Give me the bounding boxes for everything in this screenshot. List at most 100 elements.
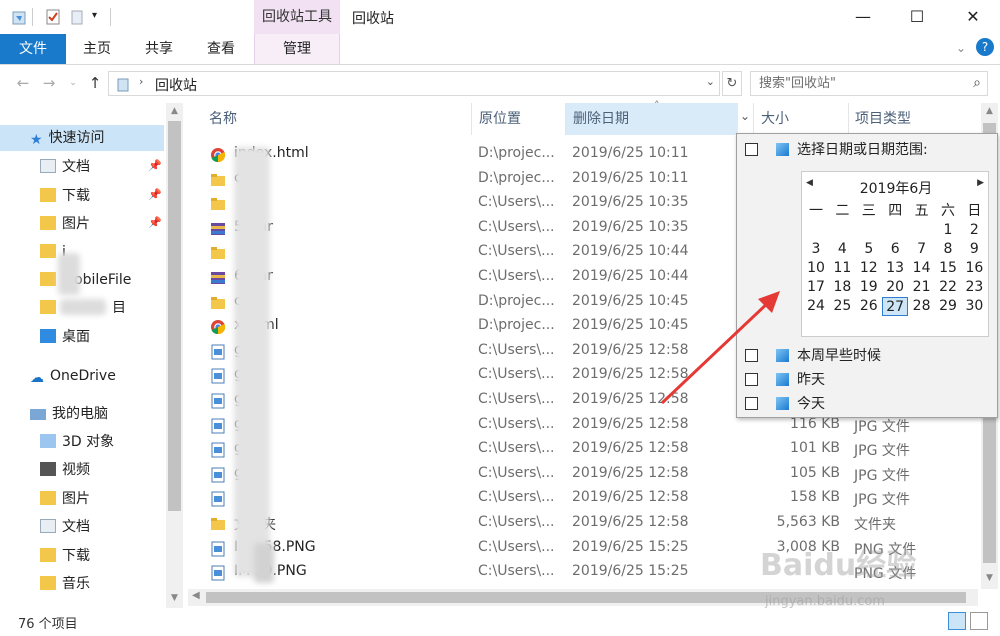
- breadcrumb[interactable]: 回收站: [155, 75, 197, 95]
- scroll-left-icon[interactable]: ◀: [192, 590, 200, 601]
- nav-item-onedrive[interactable]: ☁ OneDrive: [30, 363, 116, 389]
- filter-option-range[interactable]: 选择日期或日期范围:: [745, 139, 928, 161]
- nav-item-music[interactable]: 音乐: [40, 571, 90, 597]
- nav-item-videos[interactable]: 视频: [40, 457, 90, 483]
- back-button[interactable]: ←: [12, 71, 34, 95]
- recycle-bin-icon[interactable]: [10, 8, 28, 26]
- nav-item-quick-access[interactable]: ★ 快速访问: [30, 125, 105, 151]
- calendar-day[interactable]: 9: [961, 240, 987, 259]
- recent-locations-icon[interactable]: ⌄: [62, 71, 84, 95]
- calendar-day[interactable]: 1: [935, 221, 961, 240]
- checkbox[interactable]: [745, 143, 758, 156]
- tab-view[interactable]: 查看: [196, 34, 246, 64]
- calendar-day[interactable]: 28: [909, 297, 935, 316]
- nav-item-pictures-pc[interactable]: 图片: [40, 486, 90, 512]
- calendar-day[interactable]: 15: [935, 259, 961, 278]
- refresh-button[interactable]: ↻: [722, 71, 742, 96]
- tab-manage[interactable]: 管理: [254, 34, 340, 64]
- filter-dropdown-icon[interactable]: ⌄: [740, 109, 750, 123]
- calendar-day[interactable]: 20: [882, 278, 908, 297]
- nav-item-3d-objects[interactable]: 3D 对象: [40, 429, 114, 455]
- calendar-day[interactable]: 23: [961, 278, 987, 297]
- new-folder-icon[interactable]: [68, 8, 86, 26]
- details-view-button[interactable]: [948, 612, 966, 630]
- nav-item-downloads[interactable]: 下载: [40, 183, 90, 209]
- calendar-day[interactable]: 12: [856, 259, 882, 278]
- calendar-day[interactable]: 5: [856, 240, 882, 259]
- calendar-day[interactable]: 13: [882, 259, 908, 278]
- calendar-day[interactable]: 14: [909, 259, 935, 278]
- table-row[interactable]: gC:\Users\...2019/6/25 12:58101 KBJPG 文件: [188, 438, 988, 462]
- column-header-location[interactable]: 原位置: [479, 103, 521, 135]
- calendar-day[interactable]: 27: [882, 297, 909, 316]
- search-box[interactable]: ⌕: [750, 71, 988, 96]
- pin-icon[interactable]: 📌: [148, 159, 162, 172]
- address-bar[interactable]: › 回收站 ⌄: [108, 71, 720, 96]
- up-button[interactable]: ↑: [84, 71, 106, 95]
- tab-share[interactable]: 共享: [134, 34, 184, 64]
- help-icon[interactable]: ?: [976, 38, 994, 56]
- tab-file[interactable]: 文件: [0, 34, 66, 64]
- table-row[interactable]: 文件夹C:\Users\...2019/6/25 12:585,563 KB文件…: [188, 512, 988, 536]
- scroll-thumb[interactable]: [168, 121, 181, 511]
- nav-item-desktop[interactable]: 桌面: [40, 324, 90, 350]
- table-row[interactable]: gC:\Users\...2019/6/25 12:58105 KBJPG 文件: [188, 463, 988, 487]
- column-header-deleted[interactable]: 删除日期: [573, 103, 629, 135]
- address-dropdown-icon[interactable]: ⌄: [706, 75, 715, 88]
- nav-scrollbar[interactable]: ▲ ▼: [166, 103, 183, 608]
- scroll-up-icon[interactable]: ▲: [981, 106, 998, 116]
- calendar-day[interactable]: 25: [829, 297, 855, 316]
- calendar-day[interactable]: 17: [803, 278, 829, 297]
- nav-label: 3D 对象: [62, 434, 115, 450]
- calendar-day[interactable]: 21: [909, 278, 935, 297]
- calendar-day[interactable]: 30: [961, 297, 987, 316]
- download-folder-icon: [40, 188, 56, 202]
- pin-icon[interactable]: 📌: [148, 188, 162, 201]
- nav-item-pictures[interactable]: 图片: [40, 211, 90, 237]
- calendar-day[interactable]: 29: [935, 297, 961, 316]
- table-row[interactable]: C:\Users\... 2019/6/25 12:58 158 KB JPG 文件: [188, 487, 988, 511]
- calendar-day[interactable]: 16: [961, 259, 987, 278]
- search-icon[interactable]: ⌕: [973, 75, 981, 91]
- column-header-size[interactable]: 大小: [761, 103, 789, 135]
- nav-item-this-pc[interactable]: 我的电脑: [30, 401, 108, 427]
- calendar-day[interactable]: 24: [803, 297, 829, 316]
- column-divider[interactable]: [471, 103, 472, 135]
- properties-icon[interactable]: [44, 8, 62, 26]
- search-input[interactable]: [751, 72, 951, 95]
- calendar-day[interactable]: 2: [961, 221, 987, 240]
- nav-item-downloads-pc[interactable]: 下载: [40, 543, 90, 569]
- calendar-day[interactable]: 19: [856, 278, 882, 297]
- column-header-type[interactable]: 项目类型: [855, 103, 911, 135]
- column-divider[interactable]: [565, 103, 566, 135]
- customize-toolbar-icon[interactable]: ▾: [92, 10, 97, 21]
- column-divider[interactable]: [848, 103, 849, 135]
- calendar-day[interactable]: 8: [935, 240, 961, 259]
- forward-button[interactable]: →: [38, 71, 60, 95]
- calendar-day[interactable]: 22: [935, 278, 961, 297]
- calendar-day[interactable]: 10: [803, 259, 829, 278]
- calendar-day[interactable]: 3: [803, 240, 829, 259]
- calendar-day[interactable]: 6: [882, 240, 908, 259]
- calendar-day[interactable]: 4: [829, 240, 855, 259]
- calendar-day[interactable]: 7: [909, 240, 935, 259]
- pin-icon[interactable]: 📌: [148, 216, 162, 229]
- calendar-day[interactable]: 18: [829, 278, 855, 297]
- scroll-up-icon[interactable]: ▲: [166, 106, 183, 116]
- scroll-down-icon[interactable]: ▼: [166, 593, 183, 603]
- nav-item-mobilefile[interactable]: MobileFile: [40, 267, 131, 293]
- calendar-day[interactable]: 26: [856, 297, 882, 316]
- nav-item-documents[interactable]: 文档: [40, 154, 90, 180]
- calendar-day[interactable]: 11: [829, 259, 855, 278]
- minimize-button[interactable]: —: [840, 0, 886, 34]
- tab-home[interactable]: 主页: [72, 34, 122, 64]
- column-divider[interactable]: [753, 103, 754, 135]
- scroll-down-icon[interactable]: ▼: [981, 573, 998, 583]
- large-icons-view-button[interactable]: [970, 612, 988, 630]
- calendar-next-icon[interactable]: ▶: [977, 178, 984, 188]
- maximize-button[interactable]: ☐: [894, 0, 940, 34]
- close-button[interactable]: ✕: [950, 0, 996, 34]
- expand-ribbon-icon[interactable]: ⌄: [956, 41, 966, 55]
- nav-item-documents-pc[interactable]: 文档: [40, 514, 90, 540]
- column-header-name[interactable]: 名称: [209, 103, 237, 135]
